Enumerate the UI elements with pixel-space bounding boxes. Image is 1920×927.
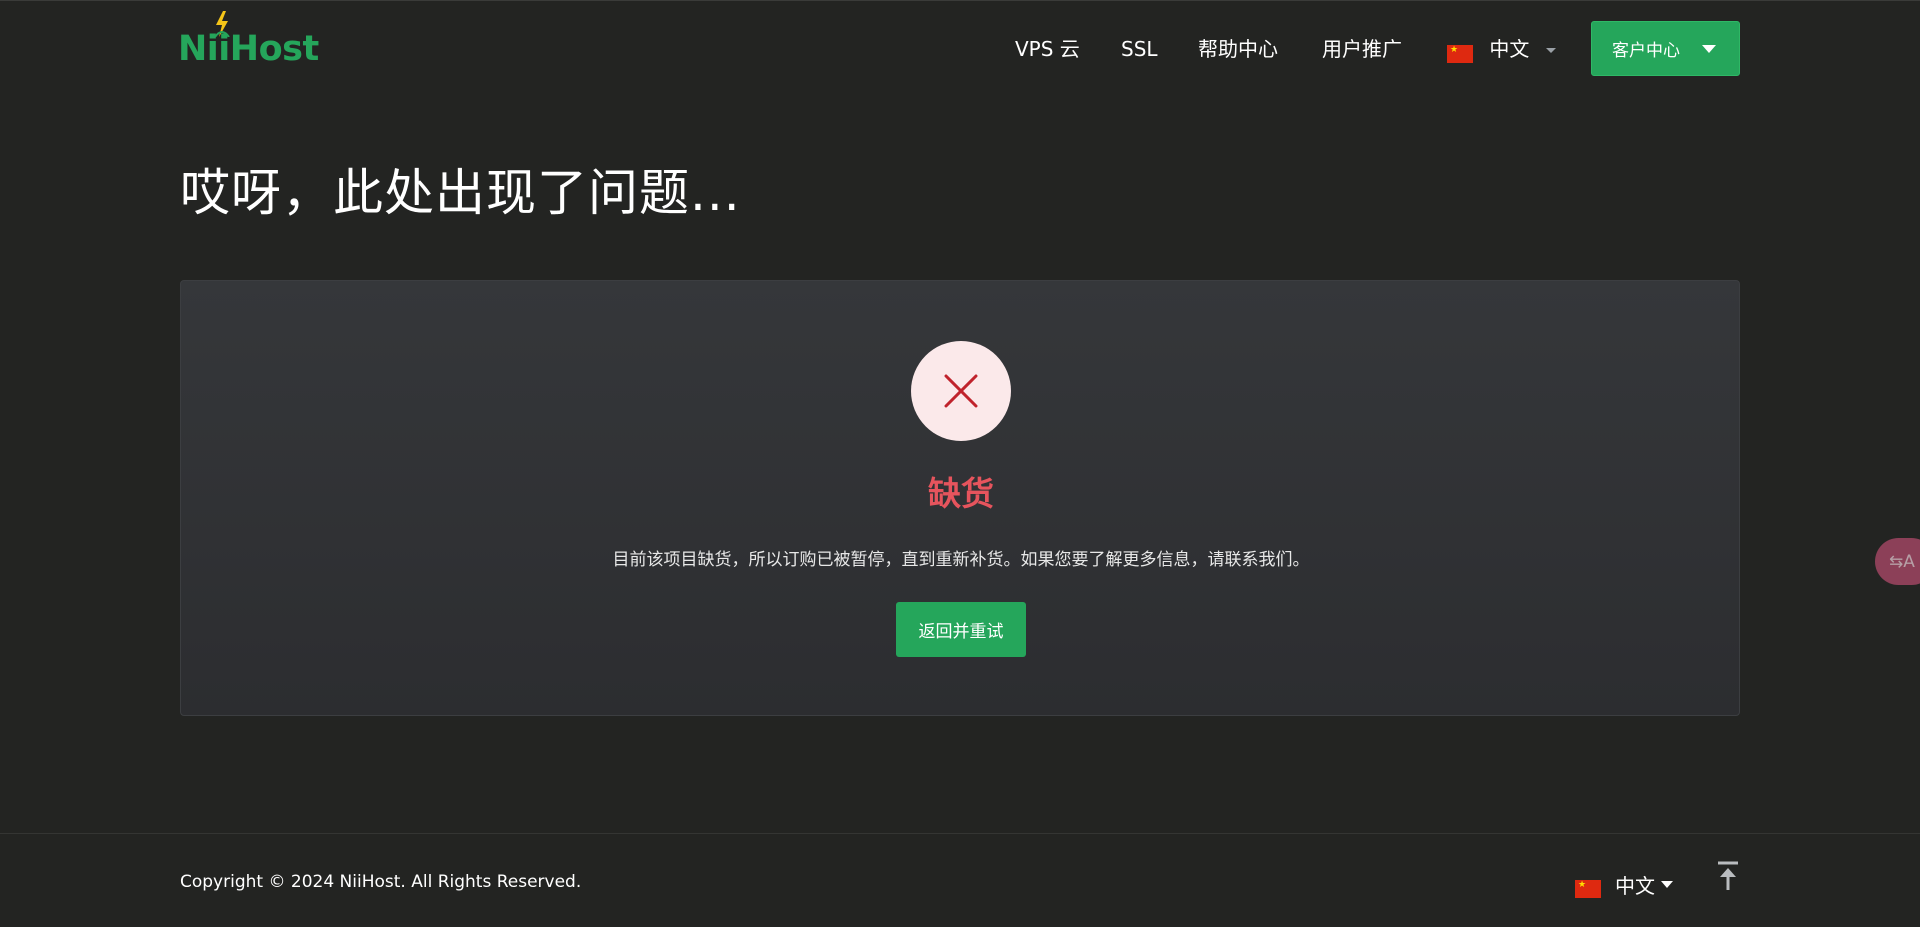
caret-down-icon xyxy=(1702,44,1716,53)
client-center-label: 客户中心 xyxy=(1612,41,1680,60)
nav-item-vps[interactable]: VPS 云 xyxy=(1015,31,1080,67)
error-icon-circle xyxy=(911,341,1011,441)
error-card: 缺货 目前该项目缺货，所以订购已被暂停，直到重新补货。如果您要了解更多信息，请联… xyxy=(180,280,1740,716)
go-back-retry-button[interactable]: 返回并重试 xyxy=(896,602,1026,657)
page-title: 哎呀，此处出现了问题... xyxy=(180,164,741,222)
china-flag-icon xyxy=(1575,879,1601,898)
footer: Copyright © 2024 NiiHost. All Rights Res… xyxy=(0,833,1920,927)
footer-language-selector[interactable]: 中文 xyxy=(1575,870,1673,899)
top-navbar: NiiHost VPS 云 SSL 帮助中心 用户推广 中文 客户中心 xyxy=(0,1,1920,97)
language-selector[interactable]: 中文 xyxy=(1447,31,1556,67)
translate-icon: ⇆A xyxy=(1889,551,1915,572)
close-icon xyxy=(944,374,978,408)
chevron-down-icon xyxy=(1545,48,1556,53)
error-title: 缺货 xyxy=(928,474,994,513)
copyright-text: Copyright © 2024 NiiHost. All Rights Res… xyxy=(180,872,582,892)
client-center-button[interactable]: 客户中心 xyxy=(1591,21,1740,76)
nav-item-help-center[interactable]: 帮助中心 xyxy=(1198,31,1278,67)
footer-language-label: 中文 xyxy=(1615,874,1655,898)
arrow-up-to-line-icon[interactable] xyxy=(1716,860,1740,892)
nav-item-ssl[interactable]: SSL xyxy=(1121,31,1158,67)
caret-down-icon xyxy=(1661,881,1673,888)
error-message: 目前该项目缺货，所以订购已被暂停，直到重新补货。如果您要了解更多信息，请联系我们… xyxy=(612,550,1310,570)
china-flag-icon xyxy=(1447,44,1473,63)
translate-floating-button[interactable]: ⇆A xyxy=(1875,538,1920,585)
language-label: 中文 xyxy=(1489,37,1530,61)
nav-item-referral[interactable]: 用户推广 xyxy=(1322,31,1402,67)
